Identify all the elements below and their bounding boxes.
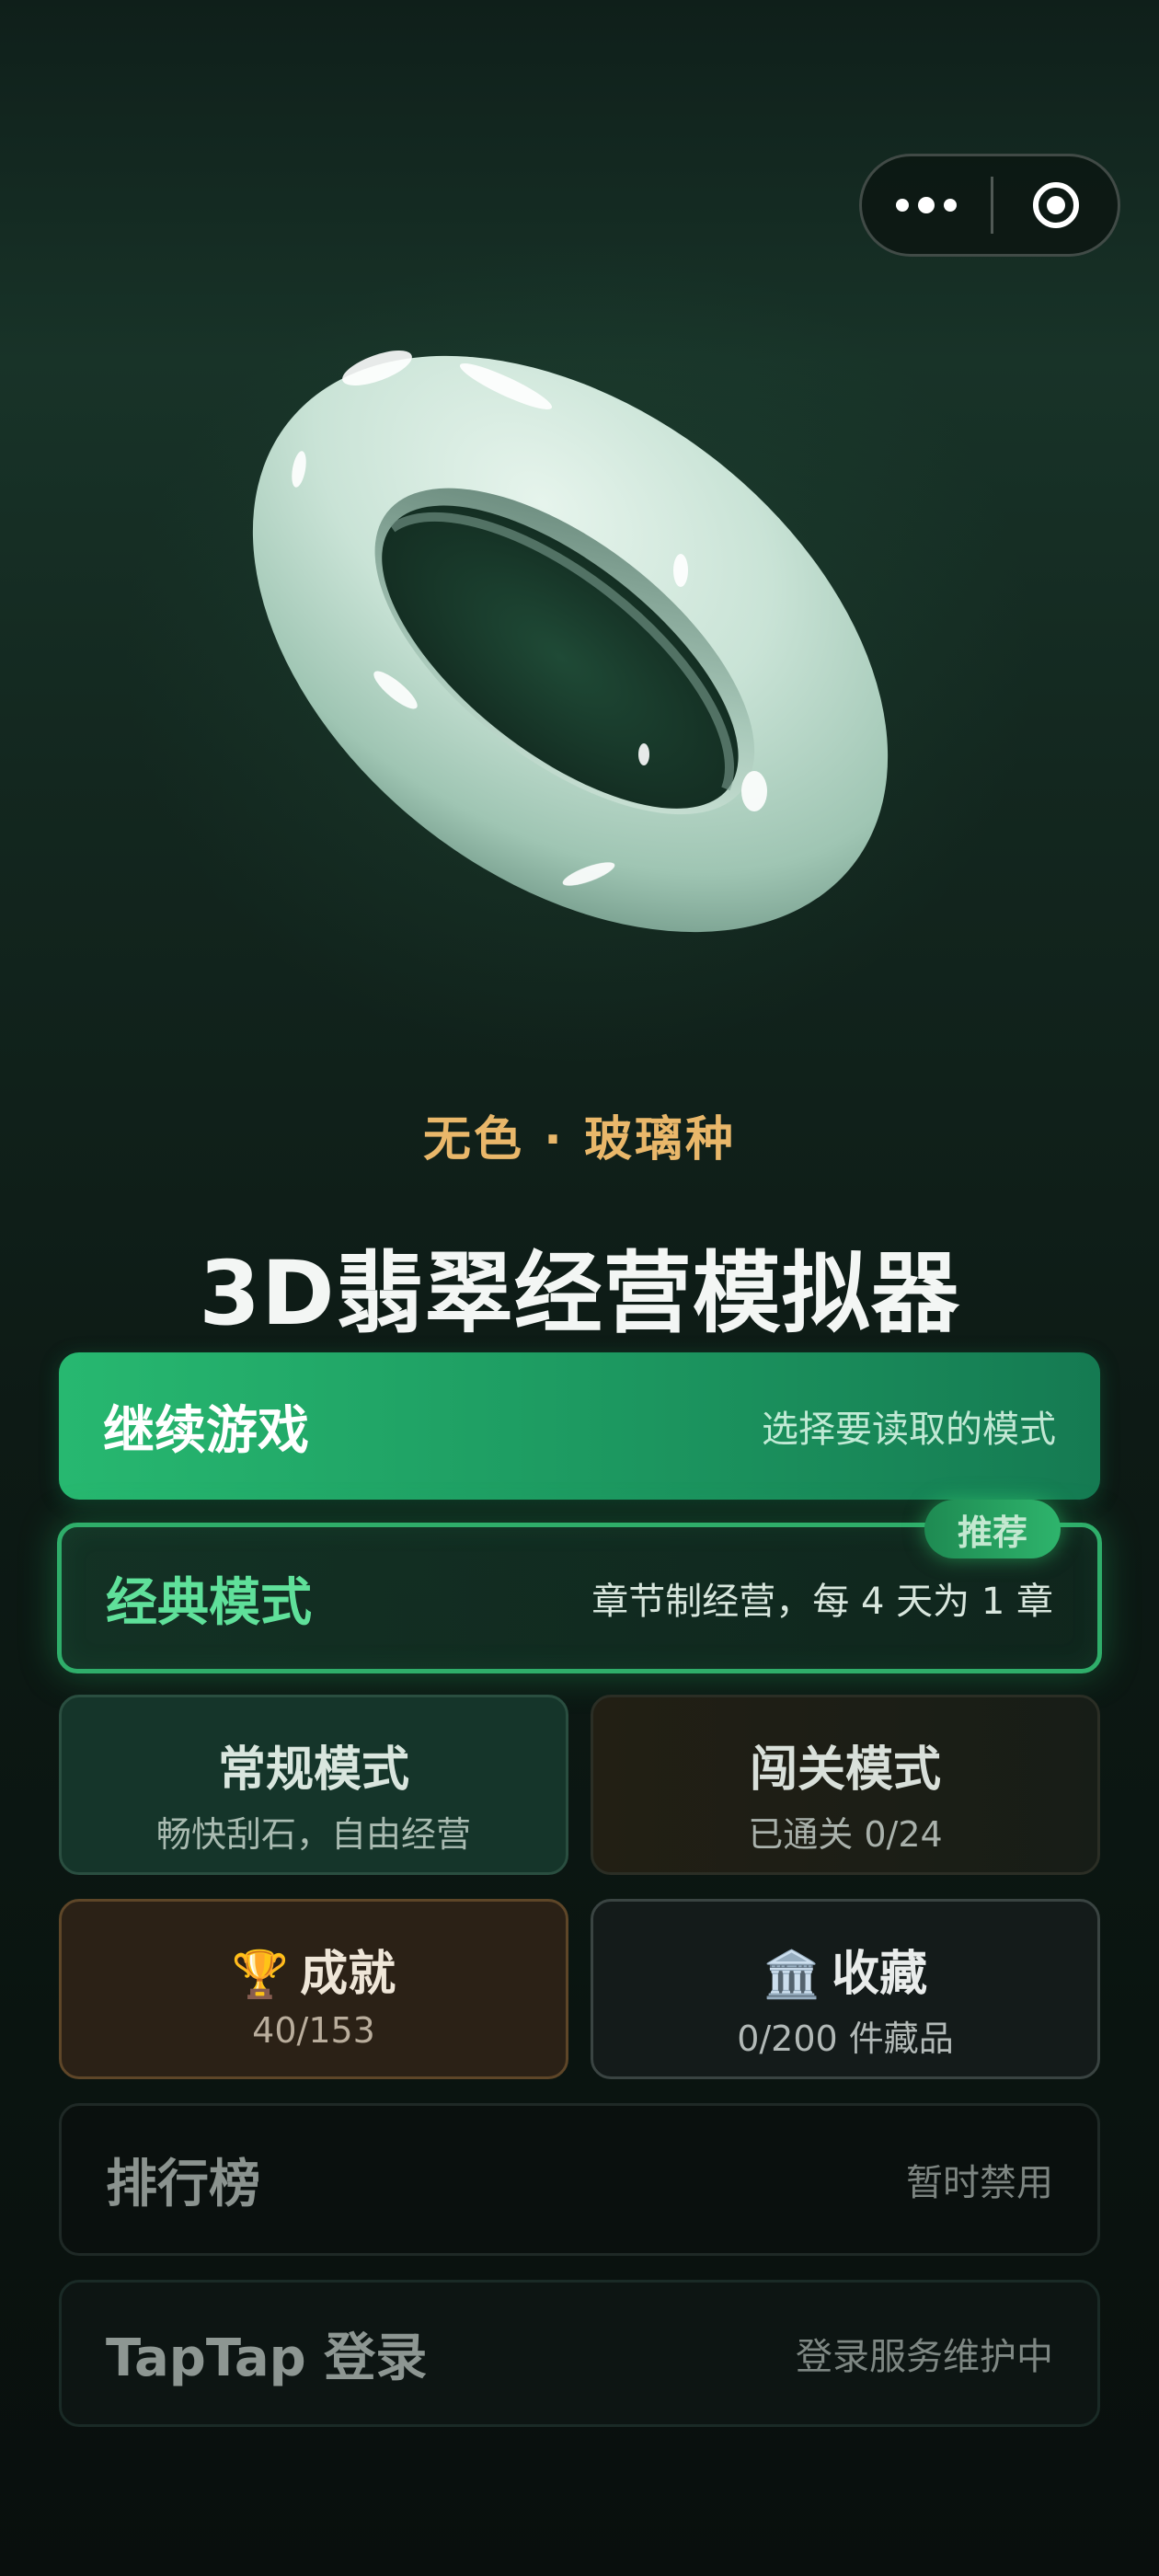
museum-icon: 🏛️	[763, 1948, 821, 2001]
jade-variety-label: 无色 · 玻璃种	[423, 1112, 736, 1167]
achievements-button[interactable]: 🏆 成就 40/153	[59, 1899, 568, 2079]
collection-button[interactable]: 🏛️ 收藏 0/200 件藏品	[591, 1899, 1100, 2079]
level-mode-label: 闯关模式	[749, 1742, 941, 1798]
level-mode-button[interactable]: 闯关模式 已通关 0/24	[591, 1695, 1100, 1875]
game-title: 3D翡翠经营模拟器	[199, 1242, 960, 1345]
continue-label: 继续游戏	[103, 1400, 309, 1461]
recommended-badge: 推荐	[924, 1500, 1061, 1558]
level-mode-progress: 已通关 0/24	[748, 1814, 943, 1855]
collection-count: 0/200 件藏品	[737, 2018, 954, 2059]
more-dots-icon[interactable]	[862, 156, 991, 254]
classic-label: 经典模式	[106, 1572, 312, 1633]
mini-program-capsule	[859, 154, 1120, 257]
capsule-divider	[991, 177, 993, 234]
achievements-label: 成就	[300, 1947, 396, 2002]
leaderboard-label: 排行榜	[106, 2154, 260, 2214]
trophy-icon: 🏆	[231, 1948, 290, 2001]
continue-game-button[interactable]: 继续游戏 选择要读取的模式	[59, 1352, 1100, 1500]
taptap-label: TapTap 登录	[106, 2328, 428, 2388]
normal-mode-button[interactable]: 常规模式 畅快刮石，自由经营	[59, 1695, 568, 1875]
taptap-login-button[interactable]: TapTap 登录 登录服务维护中	[59, 2280, 1100, 2427]
achievements-count: 40/153	[252, 2010, 375, 2051]
jade-bangle-3d[interactable]	[202, 313, 938, 975]
continue-desc: 选择要读取的模式	[762, 1409, 1056, 1451]
taptap-status: 登录服务维护中	[796, 2336, 1053, 2378]
normal-mode-desc: 畅快刮石，自由经营	[155, 1814, 471, 1855]
leaderboard-button[interactable]: 排行榜 暂时禁用	[59, 2103, 1100, 2256]
leaderboard-status: 暂时禁用	[906, 2162, 1053, 2204]
normal-mode-label: 常规模式	[217, 1742, 409, 1798]
collection-label: 收藏	[832, 1947, 928, 2002]
target-circle-icon[interactable]	[994, 156, 1118, 254]
